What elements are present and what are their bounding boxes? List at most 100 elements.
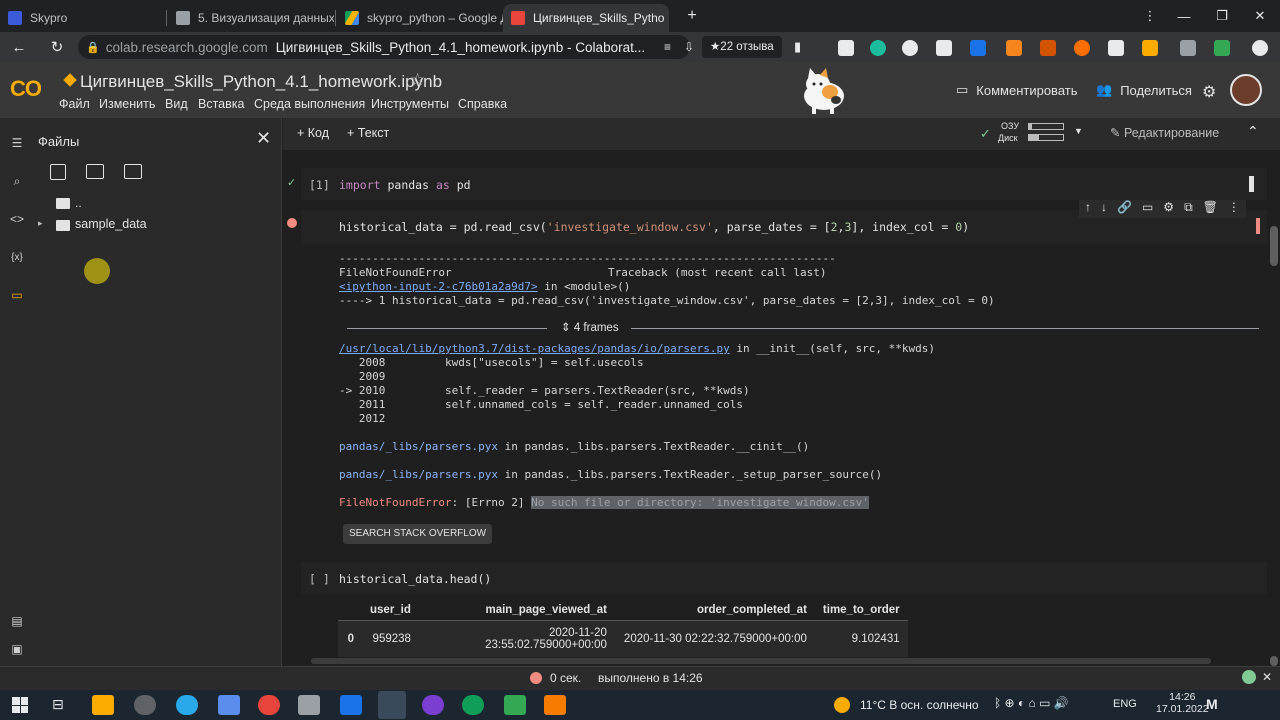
menu-help[interactable]: Справка: [458, 97, 507, 111]
calculator-icon[interactable]: [218, 695, 240, 715]
browser-tab-skypro[interactable]: Skypro: [0, 4, 166, 32]
cell1-code[interactable]: import pandas as pd: [339, 178, 471, 192]
disk-bar[interactable]: [1028, 134, 1064, 141]
console-icon[interactable]: ▣: [8, 640, 26, 658]
app-icon-6[interactable]: [298, 695, 320, 715]
refresh-folder-icon[interactable]: [86, 164, 104, 179]
cell2-code[interactable]: historical_data = pd.read_csv('investiga…: [339, 220, 969, 234]
vertical-scrollbar[interactable]: [1270, 226, 1278, 266]
reader-mode-icon[interactable]: ≡: [664, 40, 678, 54]
extension-7-icon[interactable]: [1040, 40, 1056, 56]
menu-view[interactable]: Вид: [165, 97, 188, 111]
delete-icon[interactable]: 🗑: [1203, 200, 1218, 218]
code-cell-1[interactable]: [1] import pandas as pd: [301, 168, 1267, 200]
gear-icon[interactable]: ⚙: [1202, 82, 1216, 102]
comment-cell-icon[interactable]: ▭: [1142, 200, 1153, 218]
app-icon-12[interactable]: [544, 695, 566, 715]
connection-status-icon[interactable]: [1242, 670, 1256, 684]
battery-extension-icon[interactable]: [1142, 40, 1158, 56]
expand-frames-toggle[interactable]: ⇕ 4 frames: [561, 320, 619, 334]
mirror-cell-icon[interactable]: ⧉: [1184, 200, 1193, 218]
extension-10-icon[interactable]: [1214, 40, 1230, 56]
extension-4-icon[interactable]: [936, 40, 952, 56]
sample-data-folder[interactable]: sample_data: [75, 217, 147, 231]
ram-bar[interactable]: [1028, 123, 1064, 130]
url-field[interactable]: 🔒 colab.research.google.com Цигвинцев_Sk…: [78, 35, 690, 59]
runtime-dropdown-icon[interactable]: ▼: [1074, 126, 1083, 136]
reviews-badge[interactable]: ★22 отзыва: [702, 36, 782, 58]
extension-5-icon[interactable]: [970, 40, 986, 56]
file-explorer-icon[interactable]: [92, 695, 114, 715]
tray-icons[interactable]: ᛒ ⊕ ◐ ⌂ ▭ 🔊: [994, 696, 1069, 710]
browser-tab-colab-active[interactable]: Цигвинцев_Skills_Pytho ✕: [503, 4, 669, 32]
expand-caret-icon[interactable]: ▸: [38, 218, 43, 229]
task-view-icon[interactable]: ⊟: [52, 696, 64, 713]
bookmark-icon[interactable]: ▮: [794, 39, 801, 55]
colab-logo[interactable]: CO: [10, 76, 42, 102]
close-window-button[interactable]: ✕: [1238, 0, 1280, 32]
metamask-icon[interactable]: [1006, 40, 1022, 56]
back-arrow-icon[interactable]: ←: [8, 36, 30, 58]
windows-start-icon[interactable]: [12, 697, 28, 713]
menu-insert[interactable]: Вставка: [198, 97, 244, 111]
browser-tab-google-drive[interactable]: skypro_python – Google Д: [337, 4, 503, 32]
close-status-icon[interactable]: ✕: [1262, 670, 1272, 684]
app-icon-10[interactable]: [462, 695, 484, 715]
mount-drive-icon[interactable]: [124, 164, 142, 179]
weather-text[interactable]: 11°C В осн. солнечно: [860, 698, 979, 712]
close-files-icon[interactable]: ✕: [256, 128, 271, 149]
edit-mode-button[interactable]: ✎ Редактирование: [1110, 125, 1219, 140]
avatar[interactable]: [1230, 74, 1262, 106]
add-text-button[interactable]: + Текст: [347, 126, 389, 140]
star-icon[interactable]: ☆: [410, 70, 425, 90]
variables-icon[interactable]: {x}: [8, 248, 26, 266]
puzzle-extensions-icon[interactable]: [1180, 40, 1196, 56]
reload-icon[interactable]: ↻: [46, 36, 68, 58]
extension-1-icon[interactable]: [838, 40, 854, 56]
notebook-title[interactable]: Цигвинцев_Skills_Python_4.1_homework.ipy…: [80, 72, 442, 92]
terminal-icon[interactable]: ▤: [8, 612, 26, 630]
add-code-button[interactable]: + Код: [297, 126, 329, 140]
profile-icon[interactable]: [1252, 40, 1268, 56]
notifications-icon[interactable]: M: [1206, 696, 1218, 712]
upload-file-icon[interactable]: [50, 164, 66, 180]
move-down-icon[interactable]: ↓: [1101, 200, 1107, 218]
app-icon-2[interactable]: [134, 695, 156, 715]
app-icon-11[interactable]: [504, 695, 526, 715]
comment-button[interactable]: ▭ Комментировать: [956, 82, 1078, 98]
clock[interactable]: 14:26 17.01.2022: [1156, 691, 1209, 715]
code-cell-3[interactable]: [ ] historical_data.head(): [301, 562, 1267, 594]
code-snippets-icon[interactable]: <>: [8, 210, 26, 228]
horizontal-scrollbar[interactable]: [311, 658, 1211, 664]
extension-3-icon[interactable]: [902, 40, 918, 56]
menu-tools[interactable]: Инструменты: [371, 97, 449, 111]
yandex-browser-active-icon[interactable]: [378, 691, 406, 719]
ipython-input-link[interactable]: <ipython-input-2-c76b01a2a9d7>: [339, 280, 538, 293]
input-language[interactable]: ENG: [1113, 698, 1137, 710]
menu-edit[interactable]: Изменить: [99, 97, 155, 111]
extension-9-icon[interactable]: [1108, 40, 1124, 56]
slack-icon[interactable]: [422, 695, 444, 715]
collapse-header-icon[interactable]: ⌃: [1247, 123, 1259, 140]
table-of-contents-icon[interactable]: ☰: [8, 134, 26, 152]
menu-file[interactable]: Файл: [59, 97, 90, 111]
folder-icon[interactable]: ▭: [8, 286, 26, 304]
new-tab-button[interactable]: +: [682, 6, 702, 26]
download-icon[interactable]: ⇩: [684, 40, 698, 54]
vertical-scrollbar-bottom[interactable]: [1270, 656, 1278, 666]
share-button[interactable]: 👥 Поделиться: [1096, 82, 1192, 98]
telegram-icon[interactable]: [176, 695, 198, 715]
move-up-icon[interactable]: ↑: [1085, 200, 1091, 218]
cell3-code[interactable]: historical_data.head(): [339, 572, 491, 586]
more-options-icon[interactable]: ⋮: [1228, 200, 1240, 218]
search-icon[interactable]: ⌕: [8, 172, 26, 190]
yandex-icon[interactable]: [258, 695, 280, 715]
browser-tab-visualization[interactable]: 5. Визуализация данных: [168, 4, 334, 32]
cell-settings-icon[interactable]: ⚙: [1163, 200, 1174, 218]
app-icon-7[interactable]: [340, 695, 362, 715]
menu-runtime[interactable]: Среда выполнения: [254, 97, 365, 111]
link-icon[interactable]: 🔗: [1117, 200, 1132, 218]
extension-8-icon[interactable]: [1074, 40, 1090, 56]
parent-folder-item[interactable]: ..: [75, 196, 82, 210]
weather-sun-icon[interactable]: [834, 697, 850, 713]
